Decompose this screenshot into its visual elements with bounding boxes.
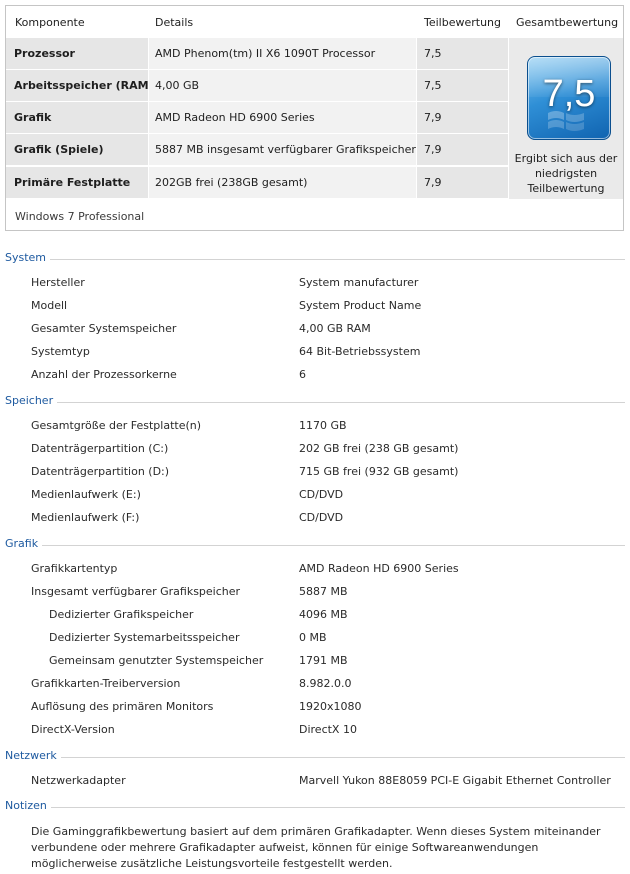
property-value: 4,00 GB RAM xyxy=(299,322,371,335)
header-gesamtbewertung: Gesamtbewertung xyxy=(516,16,619,29)
component-score: 7,5 xyxy=(417,38,508,69)
header-details: Details xyxy=(155,16,194,29)
component-name: Grafik xyxy=(6,102,148,133)
property-value: 4096 MB xyxy=(299,608,348,621)
windows-experience-index-badge-icon: 7,5 xyxy=(527,56,611,140)
section-divider xyxy=(5,259,625,260)
property-label: Dedizierter Grafikspeicher xyxy=(49,608,194,621)
score-table: Komponente Details Teilbewertung Gesamtb… xyxy=(5,5,624,231)
property-label: Datenträgerpartition (D:) xyxy=(31,465,170,478)
component-score: 7,9 xyxy=(417,167,508,198)
property-label: Medienlaufwerk (E:) xyxy=(31,488,141,501)
base-score-panel: 7,5 Ergibt sich aus der niedrigsten Teil… xyxy=(509,38,623,199)
section-title-speicher: Speicher xyxy=(5,394,58,407)
property-value: 715 GB frei (932 GB gesamt) xyxy=(299,465,459,478)
component-score: 7,5 xyxy=(417,70,508,101)
property-label: Anzahl der Prozessorkerne xyxy=(31,368,177,381)
section-divider xyxy=(5,545,625,546)
score-row-grafik: Grafik AMD Radeon HD 6900 Series 7,9 xyxy=(6,102,508,133)
score-row-prozessor: Prozessor AMD Phenom(tm) II X6 1090T Pro… xyxy=(6,38,508,69)
section-divider xyxy=(5,402,625,403)
section-title-netzwerk: Netzwerk xyxy=(5,749,61,762)
property-label: Grafikkartentyp xyxy=(31,562,118,575)
component-details: 202GB frei (238GB gesamt) xyxy=(149,167,416,198)
property-value: CD/DVD xyxy=(299,511,344,524)
property-label: Gesamter Systemspeicher xyxy=(31,322,177,335)
component-score: 7,9 xyxy=(417,134,508,165)
windows-edition: Windows 7 Professional xyxy=(15,210,145,223)
property-label: Gesamtgröße der Festplatte(n) xyxy=(31,419,202,432)
section-title-system: System xyxy=(5,251,51,264)
property-value: AMD Radeon HD 6900 Series xyxy=(299,562,459,575)
property-value: 6 xyxy=(299,368,306,381)
property-label: Auflösung des primären Monitors xyxy=(31,700,214,713)
property-label: Gemeinsam genutzter Systemspeicher xyxy=(49,654,264,667)
property-label: Hersteller xyxy=(31,276,85,289)
component-details: 4,00 GB xyxy=(149,70,416,101)
section-divider xyxy=(5,807,625,808)
property-value: 1791 MB xyxy=(299,654,348,667)
component-details: AMD Radeon HD 6900 Series xyxy=(149,102,416,133)
property-value: System Product Name xyxy=(299,299,422,312)
component-name: Arbeitsspeicher (RAM) xyxy=(6,70,154,101)
section-speicher: Speicher xyxy=(5,394,625,408)
header-teilbewertung: Teilbewertung xyxy=(424,16,502,29)
property-value: 1920x1080 xyxy=(299,700,362,713)
section-system: System xyxy=(5,251,625,265)
notes-text: Die Gaminggrafikbewertung basiert auf de… xyxy=(31,825,601,870)
property-label: Modell xyxy=(31,299,68,312)
property-label: Datenträgerpartition (C:) xyxy=(31,442,169,455)
property-value: 8.982.0.0 xyxy=(299,677,352,690)
property-value: System manufacturer xyxy=(299,276,419,289)
section-divider xyxy=(5,757,625,758)
property-label: Systemtyp xyxy=(31,345,90,358)
property-value: 202 GB frei (238 GB gesamt) xyxy=(299,442,459,455)
section-netzwerk: Netzwerk xyxy=(5,749,625,763)
property-value: 0 MB xyxy=(299,631,327,644)
property-value: CD/DVD xyxy=(299,488,344,501)
score-row-festplatte: Primäre Festplatte 202GB frei (238GB ges… xyxy=(6,167,508,198)
property-value: DirectX 10 xyxy=(299,723,357,736)
component-name: Primäre Festplatte xyxy=(6,167,148,198)
component-details: AMD Phenom(tm) II X6 1090T Processor xyxy=(149,38,416,69)
property-value: 5887 MB xyxy=(299,585,348,598)
property-value: 1170 GB xyxy=(299,419,347,432)
section-notizen: Notizen xyxy=(5,799,625,813)
property-value: 64 Bit-Betriebssystem xyxy=(299,345,421,358)
score-row-ram: Arbeitsspeicher (RAM) 4,00 GB 7,5 xyxy=(6,70,508,101)
section-title-grafik: Grafik xyxy=(5,537,43,550)
score-row-grafik-spiele: Grafik (Spiele) 5887 MB insgesamt verfüg… xyxy=(6,134,508,165)
component-name: Prozessor xyxy=(6,38,148,69)
section-grafik: Grafik xyxy=(5,537,625,551)
header-komponente: Komponente xyxy=(15,16,85,29)
component-name: Grafik (Spiele) xyxy=(6,134,148,165)
property-label: DirectX-Version xyxy=(31,723,115,736)
base-score-note: Ergibt sich aus der niedrigsten Teilbewe… xyxy=(514,152,618,195)
property-label: Insgesamt verfügbarer Grafikspeicher xyxy=(31,585,241,598)
property-label: Dedizierter Systemarbeitsspeicher xyxy=(49,631,240,644)
property-label: Grafikkarten-Treiberversion xyxy=(31,677,181,690)
property-label: Medienlaufwerk (F:) xyxy=(31,511,140,524)
property-label: Netzwerkadapter xyxy=(31,774,126,787)
base-score-value: 7,5 xyxy=(542,73,596,115)
component-details: 5887 MB insgesamt verfügbarer Grafikspei… xyxy=(149,134,416,165)
section-title-notizen: Notizen xyxy=(5,799,51,812)
property-value: Marvell Yukon 88E8059 PCI-E Gigabit Ethe… xyxy=(299,774,611,787)
component-score: 7,9 xyxy=(417,102,508,133)
